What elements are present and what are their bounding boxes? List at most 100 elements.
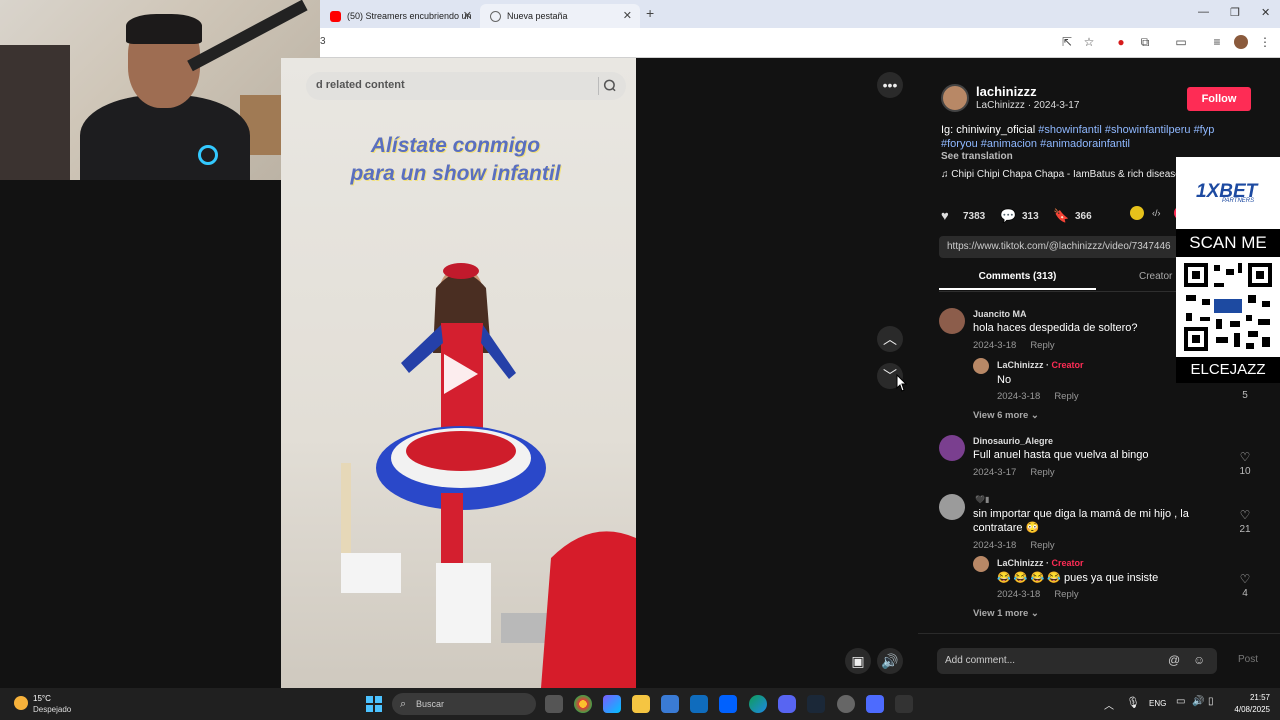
clock-time[interactable]: 21:57 — [1240, 693, 1270, 702]
copilot-icon[interactable] — [603, 695, 621, 713]
install-app-icon[interactable]: ⇱ — [1060, 35, 1074, 49]
network-icon[interactable]: ▭ — [1176, 696, 1185, 707]
minimize-button[interactable]: — — [1198, 6, 1209, 18]
hashtag[interactable]: #animadorainfantil — [1040, 138, 1130, 150]
comment-heart-icon[interactable]: ♡ — [1235, 450, 1255, 464]
close-window-button[interactable]: ✕ — [1261, 6, 1270, 19]
see-translation-link[interactable]: See translation — [941, 151, 1013, 162]
save-stat[interactable]: 🔖 366 — [1053, 208, 1092, 224]
tab-comments[interactable]: Comments (313) — [939, 266, 1096, 290]
heart-icon[interactable]: ♥ — [941, 208, 957, 224]
embed-icon[interactable]: ‹/› — [1152, 208, 1161, 218]
cast-icon[interactable]: ▭ — [1174, 35, 1188, 49]
reply-author[interactable]: LaChinizzz · Creator — [997, 558, 1084, 568]
view-more-replies[interactable]: View 1 more ⌄ — [973, 608, 1039, 619]
hashtag[interactable]: #showinfantilperu — [1105, 124, 1191, 136]
reply-link[interactable]: Reply — [1054, 589, 1078, 600]
new-tab-button[interactable]: + — [646, 5, 654, 21]
menu-dots-icon[interactable]: ⋮ — [1258, 35, 1272, 49]
share-coin-icon[interactable] — [1130, 206, 1144, 220]
commenter-avatar[interactable] — [939, 308, 965, 334]
comment-stat[interactable]: 💬 313 — [1000, 208, 1039, 224]
like-stat[interactable]: ♥ 7383 — [941, 208, 985, 224]
store-icon[interactable] — [661, 695, 679, 713]
commenter-avatar[interactable] — [939, 435, 965, 461]
search-bar[interactable]: d related content — [306, 72, 626, 100]
bookmark-star-icon[interactable]: ☆ — [1082, 35, 1096, 49]
close-tab-icon[interactable]: ✕ — [463, 9, 472, 22]
username[interactable]: lachinizzz — [976, 84, 1037, 99]
opera-icon[interactable]: ● — [1114, 35, 1128, 49]
address-bar[interactable]: 3 ⇱ ☆ ● ⧉ ▭ ≡ ⋮ — [320, 28, 1280, 58]
reply-link[interactable]: Reply — [1054, 391, 1078, 402]
taskbar-search-label[interactable]: Buscar — [416, 699, 444, 709]
music-line[interactable]: ♫ Chipi Chipi Chapa Chapa - IamBatus & r… — [941, 169, 1181, 180]
tab-creator-videos[interactable]: Creator — [1139, 266, 1172, 288]
file-explorer-icon[interactable] — [632, 695, 650, 713]
follow-button[interactable]: Follow — [1187, 87, 1251, 111]
reply-author-name[interactable]: LaChinizzz — [997, 558, 1044, 568]
view-more-label[interactable]: View 6 more — [973, 410, 1028, 421]
chevron-up-icon[interactable]: ︿ — [1104, 697, 1114, 712]
battery-icon[interactable]: ▯ — [1208, 696, 1214, 707]
music-title[interactable]: Chipi Chipi Chapa Chapa - IamBatus & ric… — [951, 169, 1181, 180]
commenter-avatar[interactable] — [973, 358, 989, 374]
dropbox-icon[interactable] — [719, 695, 737, 713]
speaker-icon[interactable]: 🔊 — [1192, 696, 1204, 707]
reading-list-icon[interactable]: ≡ — [1210, 35, 1224, 49]
bookmark-icon[interactable]: 🔖 — [1053, 208, 1069, 224]
windows-start-icon[interactable] — [366, 696, 382, 712]
weather-temperature[interactable]: 15°C — [33, 694, 51, 703]
commenter-avatar[interactable] — [973, 556, 989, 572]
play-icon[interactable] — [444, 354, 478, 394]
reply-author-name[interactable]: LaChinizzz — [997, 360, 1044, 370]
commenter-name[interactable]: Dinosaurio_Alegre — [973, 436, 1053, 446]
url-text[interactable]: 3 — [320, 36, 326, 47]
search-input[interactable]: d related content — [316, 79, 405, 91]
hashtag[interactable]: #foryou — [941, 138, 978, 150]
more-options-icon[interactable]: ••• — [877, 72, 903, 98]
comment-heart-icon[interactable]: ♡ — [1235, 508, 1255, 522]
comment-bubble-icon[interactable]: 💬 — [1000, 208, 1016, 224]
pip-icon[interactable]: ▣ — [845, 648, 871, 674]
commenter-name[interactable]: Juancito MA — [973, 309, 1027, 319]
view-more-label[interactable]: View 1 more — [973, 608, 1028, 619]
commenter-avatar[interactable] — [939, 494, 965, 520]
weather-sun-icon[interactable] — [14, 696, 28, 710]
profile-avatar[interactable] — [1234, 35, 1248, 49]
clock-date[interactable]: 4/08/2025 — [1222, 705, 1270, 714]
language-indicator[interactable]: ENG — [1149, 699, 1166, 708]
taskbar-search[interactable]: ⌕ Buscar — [392, 693, 536, 715]
reply-link[interactable]: Reply — [1030, 540, 1054, 551]
app-icon[interactable] — [895, 695, 913, 713]
video-link-field[interactable]: https://www.tiktok.com/@lachinizzz/video… — [939, 236, 1189, 258]
weather-description[interactable]: Despejado — [33, 705, 71, 714]
hashtag[interactable]: #fyp — [1194, 124, 1215, 136]
mention-icon[interactable]: @ — [1168, 653, 1180, 667]
tab-new-tab[interactable]: Nueva pestaña ✕ — [480, 4, 640, 28]
close-tab-icon[interactable]: ✕ — [623, 9, 632, 22]
steam-icon[interactable] — [807, 695, 825, 713]
hashtag[interactable]: #animacion — [981, 138, 1037, 150]
emoji-icon[interactable]: ☺ — [1193, 653, 1205, 667]
edge-icon[interactable] — [749, 695, 767, 713]
reply-link[interactable]: Reply — [1030, 340, 1054, 351]
tab-youtube[interactable]: (50) Streamers encubriendo un ✕ — [320, 4, 480, 28]
chrome-icon[interactable] — [574, 695, 592, 713]
comment-heart-icon[interactable]: ♡ — [1235, 572, 1255, 586]
video-player[interactable]: Alístate conmigo para un show infantil — [281, 58, 636, 688]
restore-button[interactable]: ❐ — [1230, 6, 1240, 19]
post-button[interactable]: Post — [1238, 654, 1258, 665]
extensions-icon[interactable]: ⧉ — [1138, 35, 1152, 49]
task-view-icon[interactable] — [545, 695, 563, 713]
outlook-icon[interactable] — [690, 695, 708, 713]
discord-icon[interactable] — [778, 695, 796, 713]
reply-author[interactable]: LaChinizzz · Creator — [997, 360, 1084, 370]
view-more-replies[interactable]: View 6 more ⌄ — [973, 410, 1039, 421]
avatar[interactable] — [941, 84, 969, 112]
hashtag[interactable]: #showinfantil — [1038, 124, 1102, 136]
obs-icon[interactable] — [837, 695, 855, 713]
reply-link[interactable]: Reply — [1030, 467, 1054, 478]
previous-video-icon[interactable]: ︿ — [877, 326, 903, 352]
app-icon[interactable] — [866, 695, 884, 713]
